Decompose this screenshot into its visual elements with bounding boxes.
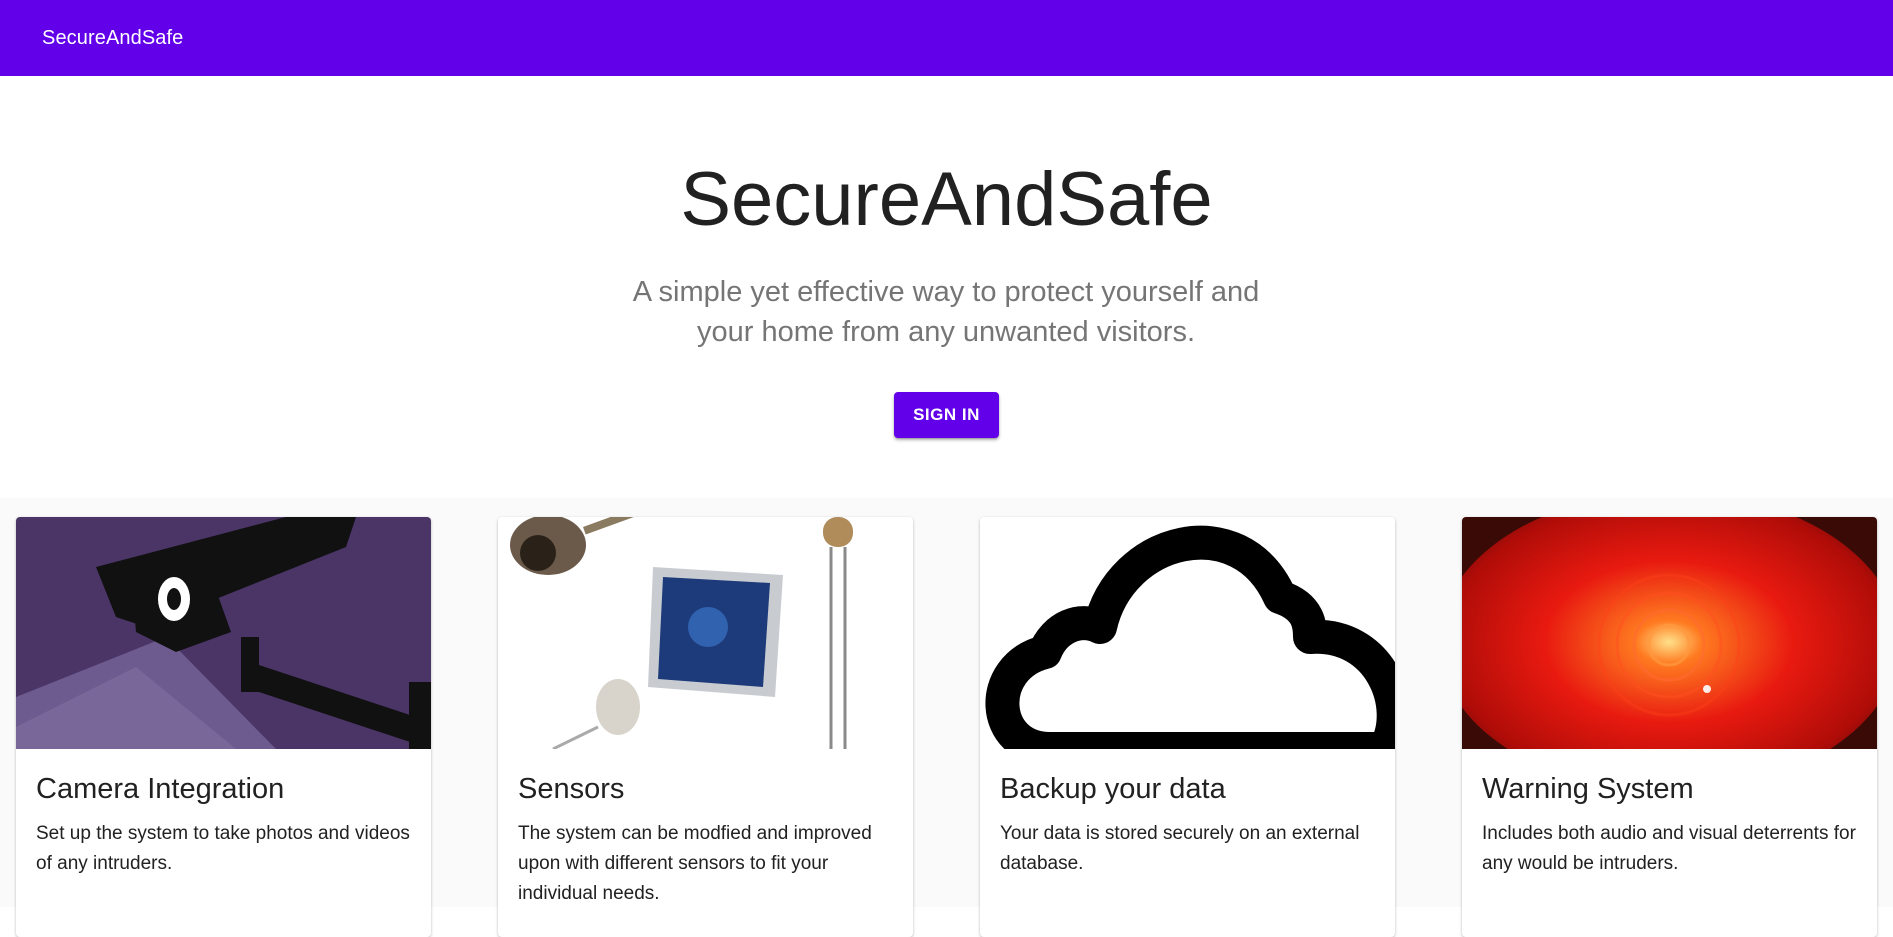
- hero-subtitle-line-2: your home from any unwanted visitors.: [696, 316, 1196, 348]
- feature-card-camera: Camera Integration Set up the system to …: [16, 517, 431, 937]
- hero-subtitle-line-1: A simple yet effective way to protect yo…: [632, 276, 1260, 308]
- cloud-icon: [980, 517, 1395, 749]
- card-image-cloud: [980, 517, 1395, 749]
- card-text: Set up the system to take photos and vid…: [36, 823, 410, 874]
- feature-card-warning: Warning System Includes both audio and v…: [1462, 517, 1877, 937]
- card-title: Warning System: [1482, 773, 1694, 805]
- card-title: Backup your data: [1000, 773, 1226, 805]
- red-warning-light-photo: [1462, 517, 1877, 749]
- card-text: Includes both audio and visual deterrent…: [1482, 823, 1856, 874]
- card-image-camera: [16, 517, 431, 749]
- app-bar: SecureAndSafe: [0, 0, 1893, 76]
- card-image-warning: [1462, 517, 1877, 749]
- security-camera-icon: [16, 517, 431, 749]
- sign-in-button[interactable]: SIGN IN: [894, 392, 999, 438]
- card-title: Camera Integration: [36, 773, 285, 805]
- sensors-photo: [498, 517, 913, 749]
- card-title: Sensors: [518, 773, 625, 805]
- hero-subtitle: A simple yet effective way to protect yo…: [596, 272, 1296, 352]
- card-text: Your data is stored securely on an exter…: [1000, 823, 1360, 874]
- hero-section: SecureAndSafe A simple yet effective way…: [0, 76, 1893, 498]
- feature-card-backup: Backup your data Your data is stored sec…: [980, 517, 1395, 937]
- feature-card-sensors: Sensors The system can be modfied and im…: [498, 517, 913, 937]
- card-text: The system can be modfied and improved u…: [518, 823, 872, 904]
- app-bar-title[interactable]: SecureAndSafe: [42, 27, 183, 50]
- features-section: Camera Integration Set up the system to …: [0, 498, 1893, 937]
- hero-title: SecureAndSafe: [680, 157, 1213, 242]
- card-image-sensors: [498, 517, 913, 749]
